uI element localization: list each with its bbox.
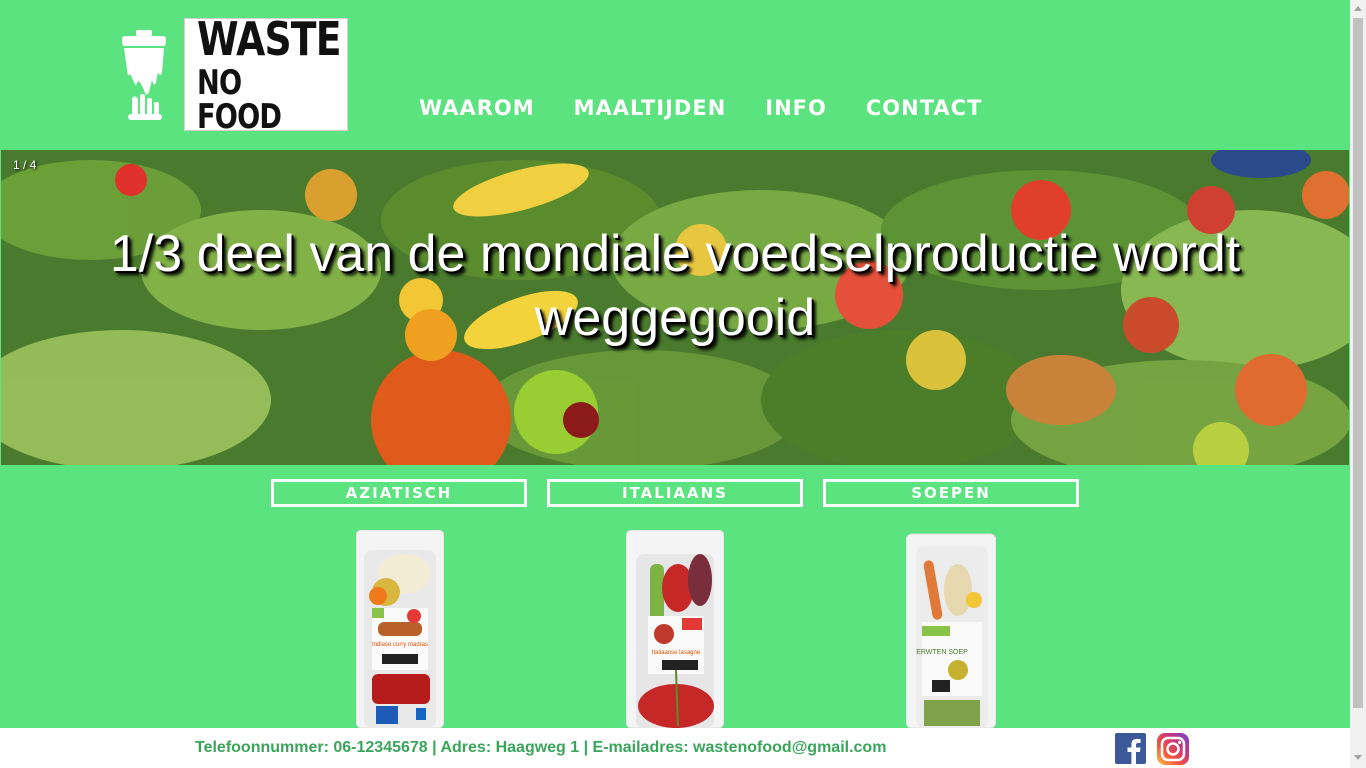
site-logo[interactable]: WASTE NO FOOD (184, 11, 348, 137)
product-name: ERWTEN SOEP (916, 649, 968, 656)
product-card[interactable]: ERWTEN SOEP (905, 530, 997, 733)
nav-info[interactable]: INFO (765, 96, 827, 120)
nav-waarom[interactable]: WAAROM (419, 96, 535, 120)
footer-contact-info: Telefoonnummer: 06-12345678 | Adres: Haa… (195, 739, 887, 756)
nav-contact[interactable]: CONTACT (866, 96, 983, 120)
trash-bin-icon (118, 28, 170, 124)
product-card[interactable]: Indiase curry madras (355, 529, 445, 733)
scroll-thumb[interactable] (1353, 18, 1363, 708)
scroll-up-arrow-icon[interactable] (1354, 6, 1362, 11)
category-italiaans-button[interactable]: ITALIAANS (547, 479, 803, 507)
hero-slideshow[interactable]: 1 / 4 1/3 deel van de mondiale voedselpr… (1, 150, 1349, 465)
facebook-icon[interactable] (1115, 733, 1146, 764)
product-image: Indiase curry madras (355, 529, 445, 729)
instagram-icon[interactable] (1157, 733, 1189, 765)
scroll-down-arrow-icon[interactable] (1354, 755, 1362, 760)
page-scrollbar[interactable] (1350, 0, 1366, 768)
logo-line-no-food: NO FOOD (197, 62, 282, 137)
product-card[interactable]: Italiaanse lasagne (625, 529, 725, 733)
site-footer: Telefoonnummer: 06-12345678 | Adres: Haa… (0, 728, 1350, 768)
product-name: Italiaanse lasagne (652, 650, 701, 656)
category-soepen-button[interactable]: SOEPEN (823, 479, 1079, 507)
logo-line-waste: WASTE (197, 11, 341, 66)
nav-maaltijden[interactable]: MAALTIJDEN (574, 96, 727, 120)
slide-counter: 1 / 4 (13, 158, 37, 172)
product-image: Italiaanse lasagne (625, 529, 725, 729)
category-aziatisch-button[interactable]: AZIATISCH (271, 479, 527, 507)
product-name: Indiase curry madras (372, 642, 428, 648)
hero-caption: 1/3 deel van de mondiale voedselproducti… (109, 225, 1241, 347)
main-nav: WAAROM MAALTIJDEN INFO CONTACT (419, 96, 982, 120)
site-header: WASTE NO FOOD WAAROM MAALTIJDEN INFO CON… (0, 0, 1350, 150)
product-image: ERWTEN SOEP (905, 533, 997, 729)
